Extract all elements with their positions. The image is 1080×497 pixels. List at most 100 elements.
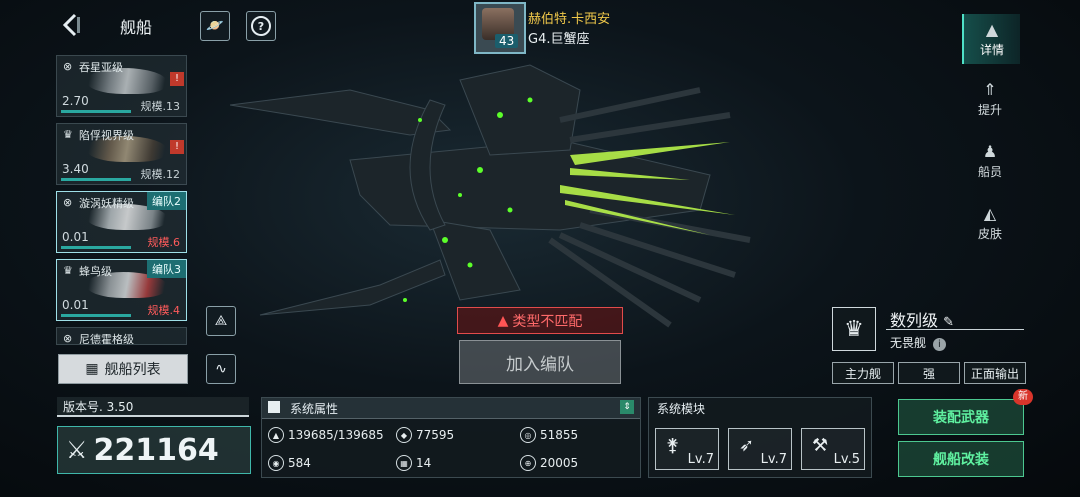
tab-skin[interactable]: ◭ 皮肤 bbox=[962, 198, 1018, 248]
tab-crew[interactable]: ♟ 船员 bbox=[962, 136, 1018, 186]
ship-name: 漩涡妖精级 bbox=[79, 197, 134, 210]
info-icon[interactable]: i bbox=[932, 338, 946, 351]
fleet-badge: 编队3 bbox=[147, 260, 186, 278]
ship-class-icon: ⊗ bbox=[63, 332, 73, 345]
ship-value: 0.01 bbox=[62, 230, 89, 244]
ship-scale: 规模.13 bbox=[140, 100, 181, 113]
ship-name: 吞星亚级 bbox=[79, 61, 123, 74]
ship-bar bbox=[61, 246, 131, 249]
ship-card[interactable]: ♛ 陷俘视界级 ! 3.40 规模.12 bbox=[56, 123, 187, 185]
ship-value: 0.01 bbox=[62, 298, 89, 312]
ship-bar bbox=[61, 314, 131, 317]
attr-value: 51855 bbox=[540, 428, 579, 442]
crossed-swords-icon: ⚔ bbox=[66, 436, 88, 464]
attr-value: 14 bbox=[416, 456, 432, 470]
tab-upgrade[interactable]: ⇑ 提升 bbox=[962, 74, 1018, 124]
module-slot[interactable]: ⚵ Lv.7 bbox=[655, 428, 719, 470]
modify-label: 舰船改装 bbox=[933, 452, 989, 468]
attr-value: 77595 bbox=[416, 428, 455, 442]
cannon-icon: ⚒ bbox=[812, 435, 829, 456]
tab-label: 船员 bbox=[977, 165, 1002, 179]
ship-bar bbox=[61, 110, 131, 113]
ship-type: 无畏舰 i bbox=[890, 334, 946, 351]
power-value: 221164 bbox=[93, 432, 219, 468]
attr-shield: ◎ 51855 bbox=[520, 427, 578, 443]
ship-type-text: 无畏舰 bbox=[890, 336, 927, 350]
attributes-title: 系统属性 bbox=[290, 402, 339, 416]
module-slot[interactable]: ⚒ Lv.5 bbox=[801, 428, 865, 470]
commander-location: G4.巨蟹座 bbox=[528, 32, 590, 47]
attr-value: 139685/139685 bbox=[288, 428, 384, 442]
attr-cargo: ⊕ 20005 bbox=[520, 455, 578, 471]
ship-name: 蜂鸟级 bbox=[79, 265, 112, 278]
galaxy-button[interactable]: 🪐 bbox=[200, 11, 230, 41]
waveform-icon: ∿ bbox=[215, 361, 227, 377]
equip-weapons-button[interactable]: 装配武器 bbox=[898, 399, 1024, 435]
ship-class-icon: ⊗ bbox=[63, 196, 73, 209]
ship-value: 3.40 bbox=[62, 162, 89, 176]
wave-button[interactable]: ∿ bbox=[206, 354, 236, 384]
missile-icon: ➶ bbox=[739, 435, 755, 456]
toggle-icon[interactable]: ⇕ bbox=[620, 400, 634, 414]
checker-icon: ▦ bbox=[396, 455, 412, 471]
ship-scale: 规模.6 bbox=[147, 236, 181, 249]
tab-label: 皮肤 bbox=[977, 227, 1002, 241]
attr-value: 20005 bbox=[540, 456, 579, 470]
attributes-header: 系统属性 ⇕ bbox=[262, 398, 640, 419]
ship-scale: 规模.4 bbox=[147, 304, 181, 317]
ship-card[interactable]: ⊗ 漩涡妖精级 编队2 0.01 规模.6 bbox=[56, 191, 187, 253]
module-level: Lv.7 bbox=[760, 452, 787, 467]
power-display: ⚔ 221164 bbox=[57, 426, 251, 474]
back-button[interactable] bbox=[58, 12, 84, 38]
ship-scale: 规模.12 bbox=[140, 168, 181, 181]
edit-icon[interactable]: ✎ bbox=[943, 315, 954, 330]
ship-class-icon: ⊗ bbox=[63, 60, 73, 73]
ship-list-button[interactable]: ▦ 舰船列表 bbox=[58, 354, 188, 384]
join-fleet-button[interactable]: 加入编队 bbox=[459, 340, 621, 384]
ship-value: 2.70 bbox=[62, 94, 89, 108]
ship-card[interactable]: ⊗ 吞星亚级 ! 2.70 规模.13 bbox=[56, 55, 187, 117]
type-mismatch-warning: ▲ 类型不匹配 bbox=[457, 307, 623, 334]
ship-model bbox=[230, 64, 751, 328]
tag-role: 正面输出 bbox=[964, 362, 1026, 384]
new-badge: 新 bbox=[1013, 389, 1033, 405]
tab-details[interactable]: ▲ 详情 bbox=[962, 14, 1020, 64]
ship-name: 尼德霍格级 bbox=[79, 333, 134, 345]
ship-bar bbox=[61, 178, 131, 181]
ship-class-icon: ♛ bbox=[63, 264, 73, 277]
speed-icon: ◉ bbox=[268, 455, 284, 471]
ship-icon: ▲ bbox=[985, 20, 999, 39]
grid-icon: ▦ bbox=[85, 361, 99, 377]
mismatch-label: 类型不匹配 bbox=[512, 313, 583, 330]
ship-modify-button[interactable]: 舰船改装 bbox=[898, 441, 1024, 477]
ship-class-name[interactable]: 数列级 ✎ bbox=[890, 307, 954, 331]
commander-level: 43 bbox=[495, 34, 519, 48]
armor-icon: ◆ bbox=[396, 427, 412, 443]
tag-main-ship: 主力舰 bbox=[832, 362, 894, 384]
commander-name: 赫伯特.卡西安 bbox=[528, 12, 611, 27]
tab-label: 详情 bbox=[979, 43, 1004, 57]
ship-card[interactable]: ♛ 蜂鸟级 编队3 0.01 规模.4 bbox=[56, 259, 187, 321]
ship-class-icon: ♛ bbox=[63, 128, 73, 141]
question-icon: ? bbox=[251, 16, 271, 36]
triangle-icon: ⟁ bbox=[214, 313, 228, 329]
shield-icon: ◎ bbox=[520, 427, 536, 443]
divider bbox=[886, 329, 1024, 330]
planet-icon: 🪐 bbox=[206, 18, 224, 34]
attr-value: 584 bbox=[288, 456, 311, 470]
skin-icon: ◭ bbox=[983, 204, 997, 223]
module-level: Lv.7 bbox=[687, 452, 714, 467]
join-fleet-label: 加入编队 bbox=[506, 354, 574, 375]
module-slot[interactable]: ➶ Lv.7 bbox=[728, 428, 792, 470]
hull-icon: ▲ bbox=[268, 427, 284, 443]
warning-icon: ! bbox=[170, 72, 184, 86]
ship-card[interactable]: ⊗ 尼德霍格级 bbox=[56, 327, 187, 345]
ship-class-icon: ♛ bbox=[832, 307, 876, 351]
version-label: 版本号. 3.50 bbox=[57, 397, 249, 417]
modules-title: 系统模块 bbox=[657, 402, 706, 416]
help-button[interactable]: ? bbox=[246, 11, 276, 41]
warning-icon: ! bbox=[170, 140, 184, 154]
fleet-badge: 编队2 bbox=[147, 192, 186, 210]
class-name-text: 数列级 bbox=[890, 311, 939, 330]
upgrade-icon: ⇑ bbox=[983, 80, 997, 99]
